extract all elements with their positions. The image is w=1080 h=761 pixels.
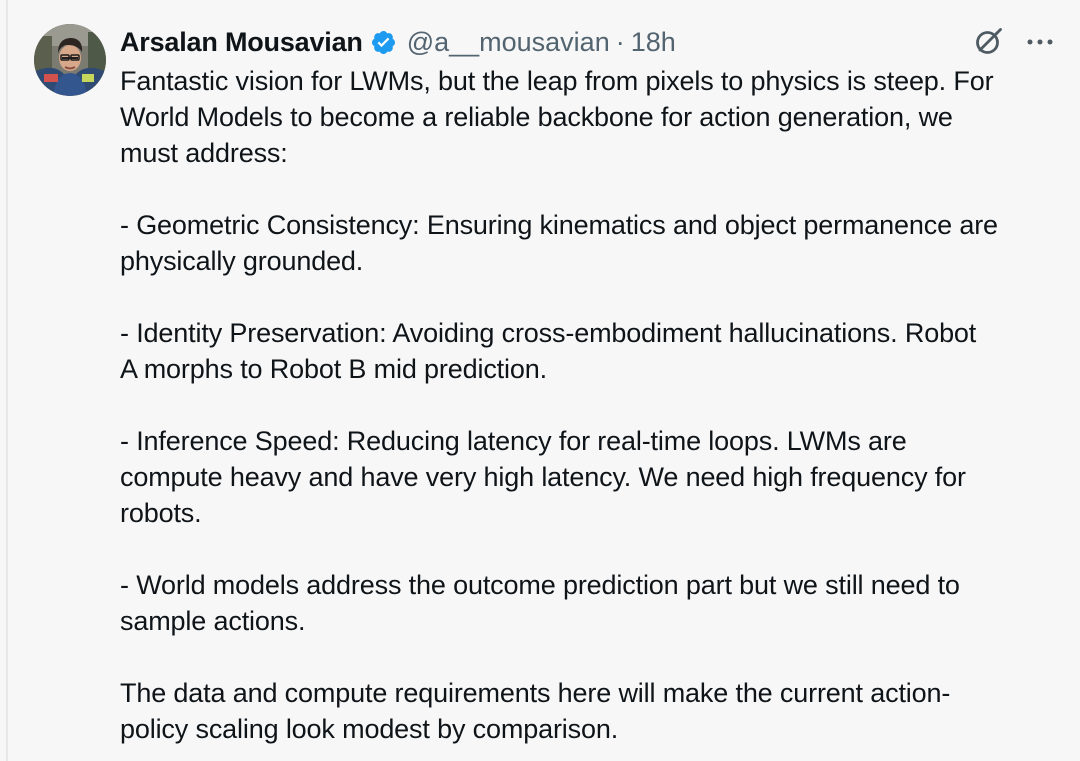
verified-badge-icon	[370, 29, 397, 56]
thread-border	[6, 0, 8, 761]
more-options-icon[interactable]	[1026, 37, 1054, 47]
author-name[interactable]: Arsalan Mousavian	[120, 27, 363, 58]
tweet-header: Arsalan Mousavian @a__mousavian · 18h	[120, 24, 1058, 60]
tweet-text: Fantastic vision for LWMs, but the leap …	[120, 66, 998, 744]
separator-dot: ·	[615, 26, 625, 57]
author-handle[interactable]: @a__mousavian	[407, 27, 610, 58]
tweet-actions	[973, 27, 1058, 57]
avatar[interactable]	[34, 24, 106, 96]
post-time[interactable]: 18h	[631, 27, 676, 58]
tweet: Arsalan Mousavian @a__mousavian · 18h Fa…	[0, 0, 1080, 761]
grok-icon[interactable]	[973, 27, 1003, 57]
